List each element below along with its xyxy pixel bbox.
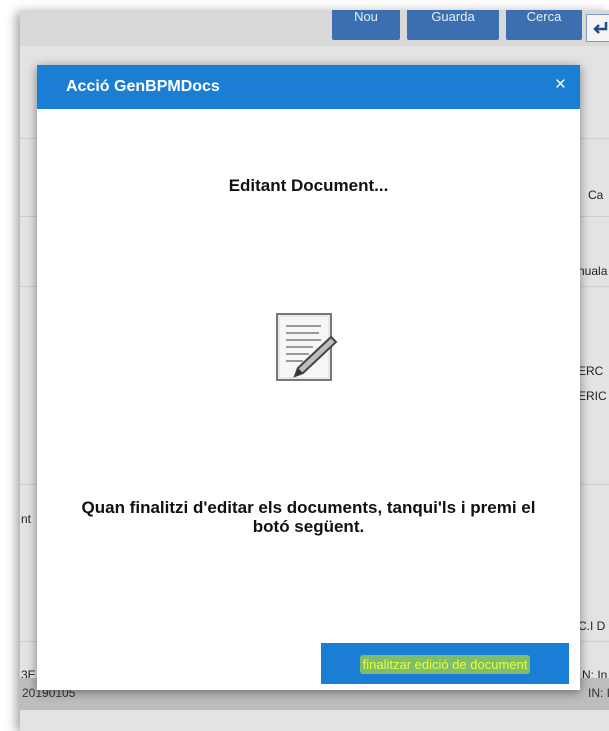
close-icon[interactable]: ×	[555, 75, 566, 95]
return-icon	[593, 22, 608, 34]
finish-editing-button-label: finalitzar edició de document	[359, 655, 531, 674]
app-toolbar: Nou Guarda Cerca	[20, 10, 609, 46]
field-value: nuala	[578, 264, 608, 278]
genbpmdocs-dialog: Acció GenBPMDocs × Editant Document... Q…	[37, 65, 580, 690]
dialog-instructions: Quan finalitzi d'editar els documents, t…	[81, 498, 536, 536]
column-label: Ca	[588, 188, 604, 202]
finish-editing-button[interactable]: finalitzar edició de document	[321, 643, 569, 684]
dialog-title: Acció GenBPMDocs	[66, 78, 220, 95]
search-button[interactable]: Cerca	[506, 10, 582, 40]
dialog-heading: Editant Document...	[228, 176, 389, 195]
back-button[interactable]	[586, 14, 609, 42]
new-button[interactable]: Nou	[332, 10, 400, 40]
status-right-text: IN: In	[588, 686, 609, 700]
field-value: ERIC	[578, 389, 607, 403]
field-label: nt	[21, 512, 32, 526]
field-value: ERC	[578, 364, 604, 378]
dialog-header: Acció GenBPMDocs ×	[37, 65, 580, 109]
save-button[interactable]: Guarda	[407, 10, 499, 40]
document-edit-icon	[276, 313, 338, 381]
field-label: C.I D	[578, 619, 606, 633]
